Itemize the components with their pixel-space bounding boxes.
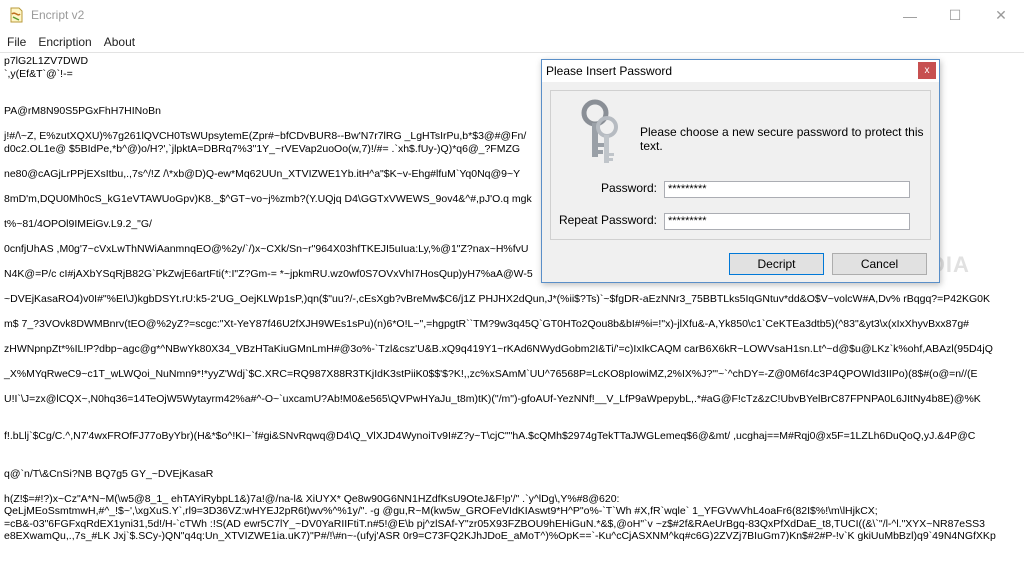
repeat-password-field[interactable]: *********: [664, 213, 910, 230]
close-icon: x: [924, 65, 930, 76]
app-icon: [10, 7, 23, 23]
dialog-title: Please Insert Password: [546, 64, 673, 78]
window-title: Encript v2: [31, 8, 85, 22]
decrypt-button[interactable]: Decript: [729, 253, 824, 275]
maximize-icon: ☐: [948, 7, 962, 23]
minimize-button[interactable]: —: [887, 0, 933, 31]
close-button[interactable]: ✕: [978, 0, 1024, 31]
dialog-close-button[interactable]: x: [918, 62, 936, 79]
minimize-icon: —: [903, 7, 917, 24]
maximize-button[interactable]: ☐: [932, 0, 978, 31]
password-field[interactable]: *********: [664, 181, 910, 198]
keys-icon: [581, 99, 618, 163]
menu-encription[interactable]: Encription: [33, 35, 96, 49]
password-label: Password:: [600, 181, 657, 195]
password-dialog: Please Insert Password x Please choose a…: [541, 59, 940, 283]
repeat-password-label: Repeat Password:: [558, 213, 657, 227]
close-icon: ✕: [995, 7, 1007, 23]
menu-file[interactable]: File: [2, 35, 31, 49]
cancel-button[interactable]: Cancel: [832, 253, 927, 275]
menu-bar: File Encription About: [0, 31, 1024, 52]
menu-about[interactable]: About: [99, 35, 140, 49]
title-bar: Encript v2 — ☐ ✕: [0, 0, 1024, 31]
dialog-message: Please choose a new secure password to p…: [640, 125, 924, 153]
dialog-title-bar: Please Insert Password x: [542, 60, 939, 82]
